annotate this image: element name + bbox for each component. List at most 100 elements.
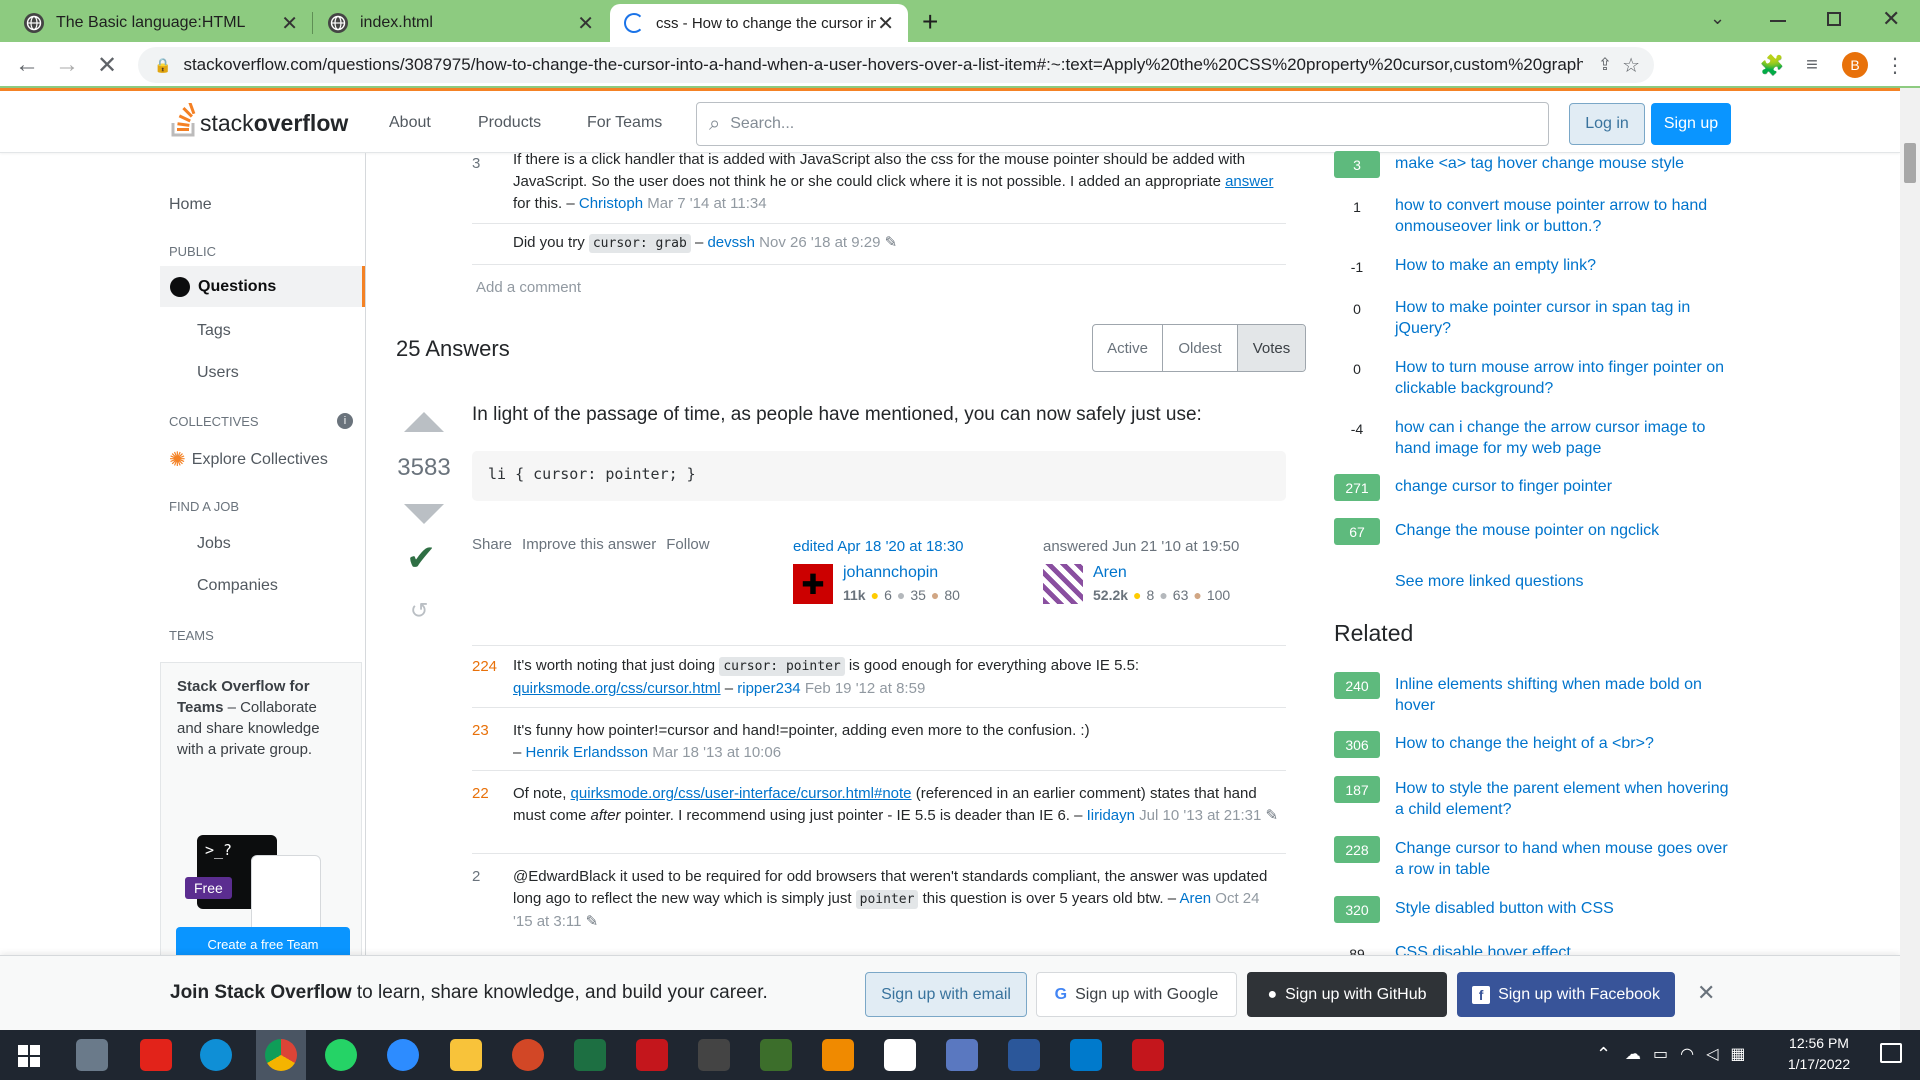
browser-tab-active[interactable]: css - How to change the cursor in ✕ <box>610 4 908 42</box>
browser-tab[interactable]: index.html ✕ <box>314 4 608 42</box>
comment-user[interactable]: Aren <box>1179 890 1211 907</box>
new-tab-button[interactable]: + <box>922 6 938 38</box>
clock-date[interactable]: 1/17/2022 <box>1774 1056 1864 1072</box>
whatsapp-icon[interactable] <box>325 1039 357 1071</box>
clock-time[interactable]: 12:56 PM <box>1774 1035 1864 1051</box>
sidebar-item-companies[interactable]: Companies <box>197 577 278 595</box>
browser-tab[interactable]: The Basic language:HTML ✕ <box>10 4 312 42</box>
app-icon[interactable] <box>946 1039 978 1071</box>
avatar[interactable]: ✚ <box>793 564 833 604</box>
sidebar-item-jobs[interactable]: Jobs <box>197 535 231 553</box>
chrome-taskbar-active[interactable] <box>256 1030 306 1080</box>
volume-icon[interactable]: ◁ <box>1706 1044 1718 1064</box>
comment-link[interactable]: quirksmode.org/css/user-interface/cursor… <box>571 785 912 802</box>
back-arrow-icon[interactable]: ← <box>12 50 42 80</box>
nav-for-teams[interactable]: For Teams <box>587 114 662 132</box>
close-tab-icon[interactable]: ✕ <box>577 11 594 36</box>
comment-user[interactable]: Christoph <box>579 195 643 212</box>
zoom-icon[interactable] <box>387 1039 419 1071</box>
sidebar-item-questions[interactable]: Questions <box>160 266 365 307</box>
profile-avatar[interactable]: B <box>1842 52 1868 78</box>
linked-question-title[interactable]: Change the mouse pointer on ngclick <box>1395 520 1735 541</box>
stop-loading-icon[interactable]: ✕ <box>92 50 122 80</box>
forward-arrow-icon[interactable]: → <box>52 50 82 80</box>
signup-email-button[interactable]: Sign up with email <box>865 972 1027 1017</box>
reading-list-icon[interactable]: ≡ <box>1797 50 1827 80</box>
add-comment-link[interactable]: Add a comment <box>476 279 581 296</box>
address-bar[interactable]: 🔒 stackoverflow.com/questions/3087975/ho… <box>138 47 1654 83</box>
tab-search-chevron-icon[interactable]: ⌄ <box>1710 8 1725 29</box>
anydesk-icon[interactable] <box>140 1039 172 1071</box>
related-question-title[interactable]: Inline elements shifting when made bold … <box>1395 674 1735 716</box>
windows-start-icon[interactable] <box>18 1045 40 1067</box>
excel-icon[interactable] <box>574 1039 606 1071</box>
tray-chevron-icon[interactable]: ⌃ <box>1596 1044 1611 1065</box>
scroll-thumb[interactable] <box>1904 143 1916 183</box>
linked-question-title[interactable]: How to make pointer cursor in span tag i… <box>1395 297 1735 339</box>
app-icon[interactable] <box>884 1039 916 1071</box>
linked-question-title[interactable]: how to convert mouse pointer arrow to ha… <box>1395 195 1735 237</box>
stackoverflow-logo[interactable]: stack overflow <box>170 103 348 137</box>
vlc-icon[interactable] <box>822 1039 854 1071</box>
menu-kebab-icon[interactable]: ⋮ <box>1880 50 1910 80</box>
sidebar-item-tags[interactable]: Tags <box>197 322 231 340</box>
signup-github-button[interactable]: ● Sign up with GitHub <box>1247 972 1447 1017</box>
info-icon[interactable]: i <box>337 413 353 429</box>
share-icon[interactable]: ⇪ <box>1598 55 1612 75</box>
powerpoint-icon[interactable] <box>512 1039 544 1071</box>
sort-active[interactable]: Active <box>1093 325 1163 371</box>
sidebar-item-explore-collectives[interactable]: ✺ Explore Collectives <box>169 447 328 472</box>
onedrive-icon[interactable]: ☁ <box>1625 1044 1641 1064</box>
upvote-arrow-icon[interactable] <box>404 412 444 432</box>
login-button[interactable]: Log in <box>1569 103 1645 145</box>
avatar[interactable] <box>1043 564 1083 604</box>
sidebar-item-users[interactable]: Users <box>197 364 239 382</box>
improve-link[interactable]: Improve this answer <box>522 536 656 553</box>
sort-oldest[interactable]: Oldest <box>1163 325 1238 371</box>
close-tab-icon[interactable]: ✕ <box>877 11 894 36</box>
pdf-reader-icon[interactable] <box>1132 1039 1164 1071</box>
app-icon[interactable] <box>698 1039 730 1071</box>
bookmark-star-icon[interactable]: ☆ <box>1622 53 1640 78</box>
related-question-title[interactable]: Style disabled button with CSS <box>1395 898 1735 919</box>
sidebar-item-home[interactable]: Home <box>169 196 212 214</box>
close-tab-icon[interactable]: ✕ <box>281 11 298 36</box>
related-question-title[interactable]: Change cursor to hand when mouse goes ov… <box>1395 838 1735 880</box>
related-question-title[interactable]: How to style the parent element when hov… <box>1395 778 1735 820</box>
minimize-icon[interactable] <box>1770 20 1786 22</box>
vscode-icon[interactable] <box>1070 1039 1102 1071</box>
author-name[interactable]: Aren <box>1093 564 1127 582</box>
notification-center-icon[interactable] <box>1880 1043 1902 1063</box>
comment-user[interactable]: ripper234 <box>737 680 800 697</box>
linked-question-title[interactable]: change cursor to finger pointer <box>1395 476 1735 497</box>
edited-link[interactable]: edited Apr 18 '20 at 18:30 <box>793 538 964 555</box>
nav-about[interactable]: About <box>389 114 431 132</box>
acrobat-icon[interactable] <box>636 1039 668 1071</box>
signup-facebook-button[interactable]: f Sign up with Facebook <box>1457 972 1675 1017</box>
see-more-linked[interactable]: See more linked questions <box>1395 573 1584 591</box>
search-input[interactable]: ⌕ Search... <box>696 102 1549 146</box>
signup-button[interactable]: Sign up <box>1651 103 1731 145</box>
linked-question-title[interactable]: How to turn mouse arrow into finger poin… <box>1395 357 1735 399</box>
word-icon[interactable] <box>1008 1039 1040 1071</box>
extensions-puzzle-icon[interactable]: 🧩 <box>1757 50 1787 80</box>
battery-icon[interactable]: ▭ <box>1653 1044 1668 1064</box>
app-icon[interactable] <box>760 1039 792 1071</box>
signup-google-button[interactable]: G Sign up with Google <box>1036 972 1237 1017</box>
page-scrollbar[interactable] <box>1900 88 1920 1030</box>
sort-votes[interactable]: Votes <box>1238 325 1305 371</box>
comment-user[interactable]: Henrik Erlandsson <box>526 744 649 761</box>
downvote-arrow-icon[interactable] <box>404 504 444 524</box>
close-banner-icon[interactable]: ✕ <box>1697 980 1715 1006</box>
editor-name[interactable]: johannchopin <box>843 564 938 582</box>
share-link[interactable]: Share <box>472 536 512 553</box>
comment-user[interactable]: devssh <box>707 234 755 251</box>
related-question-title[interactable]: How to change the height of a <br>? <box>1395 733 1735 754</box>
comment-link[interactable]: quirksmode.org/css/cursor.html <box>513 680 721 697</box>
maximize-icon[interactable] <box>1827 12 1841 26</box>
file-manager-icon[interactable] <box>76 1039 108 1071</box>
history-icon[interactable]: ↺ <box>410 598 428 624</box>
nav-products[interactable]: Products <box>478 114 541 132</box>
linked-question-title[interactable]: make <a> tag hover change mouse style <box>1395 153 1735 174</box>
follow-link[interactable]: Follow <box>666 536 709 553</box>
